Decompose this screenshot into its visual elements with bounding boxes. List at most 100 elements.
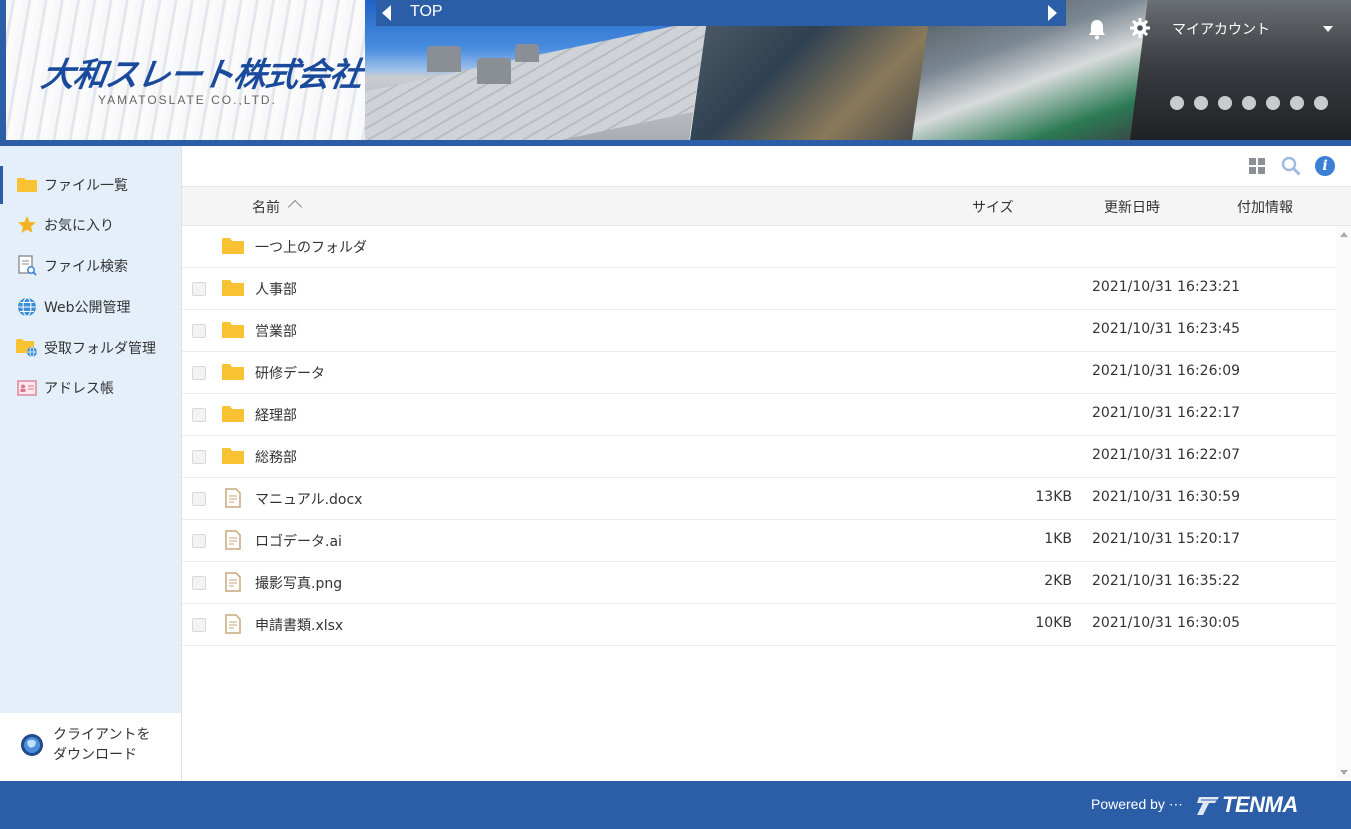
file-name[interactable]: 営業部 <box>255 321 297 341</box>
sidebar-item-file-list[interactable]: ファイル一覧 <box>0 166 181 204</box>
file-name[interactable]: マニュアル.docx <box>255 489 362 509</box>
file-size: 13KB <box>1035 489 1072 505</box>
row-checkbox[interactable] <box>192 324 206 338</box>
row-checkbox[interactable] <box>192 408 206 422</box>
document-icon <box>225 572 241 592</box>
row-checkbox[interactable] <box>192 450 206 464</box>
sidebar-item-web-publish[interactable]: Web公開管理 <box>0 288 181 326</box>
file-updated: 2021/10/31 16:22:07 <box>1092 447 1241 463</box>
grid-view-icon[interactable] <box>1249 158 1265 174</box>
table-row[interactable]: 撮影写真.png 2KB 2021/10/31 16:35:22 <box>182 562 1336 604</box>
company-logo[interactable]: 大和スレート株式会社 YAMATOSLATE CO.,LTD. <box>0 0 365 140</box>
file-updated: 2021/10/31 16:26:09 <box>1092 363 1241 379</box>
table-row[interactable]: ロゴデータ.ai 1KB 2021/10/31 15:20:17 <box>182 520 1336 562</box>
breadcrumb-bar: TOP <box>376 0 1066 26</box>
folder-icon <box>222 280 244 296</box>
file-updated: 2021/10/31 15:20:17 <box>1092 531 1241 547</box>
download-label-line1: クライアントを <box>53 727 151 743</box>
folder-icon <box>16 174 38 196</box>
globe-icon <box>16 296 38 318</box>
powered-by-label: Powered by ⋯ <box>1091 796 1183 812</box>
search-icon[interactable] <box>1281 156 1301 176</box>
file-name[interactable]: 総務部 <box>255 447 297 467</box>
folder-icon <box>222 406 244 422</box>
file-name[interactable]: ロゴデータ.ai <box>255 531 342 551</box>
sidebar-item-receive-folder[interactable]: 受取フォルダ管理 <box>0 329 181 367</box>
sidebar-item-label: アドレス帳 <box>44 381 114 397</box>
column-header-extra-info[interactable]: 付加情報 <box>1237 197 1293 217</box>
folder-icon <box>222 322 244 338</box>
table-row[interactable]: マニュアル.docx 13KB 2021/10/31 16:30:59 <box>182 478 1336 520</box>
column-header-size[interactable]: サイズ <box>972 197 1014 217</box>
table-row[interactable]: 人事部 2021/10/31 16:23:21 <box>182 268 1336 310</box>
footer: Powered by ⋯ TENMA <box>0 781 1351 829</box>
sidebar: ファイル一覧 お気に入り ファイル検索 Web公開管理 受取フォルダ管理 アドレ… <box>0 146 181 781</box>
row-checkbox[interactable] <box>192 366 206 380</box>
column-header-name[interactable]: 名前 <box>252 197 280 217</box>
document-icon <box>225 488 241 508</box>
sidebar-item-label: 受取フォルダ管理 <box>44 341 156 357</box>
chevron-down-icon[interactable] <box>1323 26 1333 32</box>
table-row[interactable]: 申請書類.xlsx 10KB 2021/10/31 16:30:05 <box>182 604 1336 646</box>
file-updated: 2021/10/31 16:22:17 <box>1092 405 1241 421</box>
column-header-updated[interactable]: 更新日時 <box>1104 197 1160 217</box>
file-updated: 2021/10/31 16:35:22 <box>1092 573 1241 589</box>
row-checkbox[interactable] <box>192 618 206 632</box>
info-icon[interactable]: i <box>1315 156 1335 176</box>
sort-ascending-icon[interactable] <box>287 199 303 215</box>
header: 大和スレート株式会社 YAMATOSLATE CO.,LTD. TOP マイアカ… <box>0 0 1351 146</box>
document-icon <box>225 614 241 634</box>
back-arrow-icon[interactable] <box>376 0 398 26</box>
sidebar-item-file-search[interactable]: ファイル検索 <box>0 247 181 285</box>
file-list: 一つ上のフォルダ 人事部 2021/10/31 16:23:21 営業部 202… <box>182 226 1336 781</box>
sidebar-item-label: お気に入り <box>44 218 114 234</box>
file-name[interactable]: 経理部 <box>255 405 297 425</box>
sidebar-item-label: ファイル一覧 <box>44 178 128 194</box>
file-name[interactable]: 研修データ <box>255 363 325 383</box>
logo-japanese: 大和スレート株式会社 <box>38 55 365 94</box>
breadcrumb-title[interactable]: TOP <box>410 3 443 21</box>
sidebar-item-label: Web公開管理 <box>44 300 131 316</box>
scroll-down-arrow-icon[interactable] <box>1340 770 1348 775</box>
sidebar-item-label: ファイル検索 <box>44 259 128 275</box>
folder-icon <box>222 448 244 464</box>
table-row[interactable]: 総務部 2021/10/31 16:22:07 <box>182 436 1336 478</box>
address-book-icon <box>16 377 38 399</box>
download-label-line2: ダウンロード <box>53 747 137 763</box>
table-row[interactable]: 経理部 2021/10/31 16:22:17 <box>182 394 1336 436</box>
table-row[interactable]: 研修データ 2021/10/31 16:26:09 <box>182 352 1336 394</box>
row-checkbox[interactable] <box>192 576 206 590</box>
main-toolbar: i <box>182 146 1351 186</box>
file-updated: 2021/10/31 16:30:05 <box>1092 615 1241 631</box>
document-icon <box>225 530 241 550</box>
logo-english: YAMATOSLATE CO.,LTD. <box>98 93 277 107</box>
settings-gear-icon[interactable] <box>1130 18 1150 38</box>
file-name[interactable]: 撮影写真.png <box>255 573 342 593</box>
notification-bell-icon[interactable] <box>1087 18 1107 40</box>
folder-icon <box>222 364 244 380</box>
receive-folder-icon <box>16 337 38 359</box>
client-download-icon <box>21 734 43 756</box>
vertical-scrollbar[interactable] <box>1336 226 1351 781</box>
file-search-icon <box>16 255 38 277</box>
parent-folder-label: 一つ上のフォルダ <box>255 240 367 256</box>
row-checkbox[interactable] <box>192 282 206 296</box>
file-size: 1KB <box>1044 531 1072 547</box>
file-name[interactable]: 申請書類.xlsx <box>255 615 343 635</box>
file-updated: 2021/10/31 16:30:59 <box>1092 489 1241 505</box>
row-checkbox[interactable] <box>192 492 206 506</box>
sidebar-item-address-book[interactable]: アドレス帳 <box>0 369 181 407</box>
scroll-up-arrow-icon[interactable] <box>1340 232 1348 237</box>
file-name[interactable]: 人事部 <box>255 279 297 299</box>
brand-name: TENMA <box>1222 792 1298 817</box>
forward-arrow-icon[interactable] <box>1042 0 1064 26</box>
star-icon <box>16 214 38 236</box>
row-checkbox[interactable] <box>192 534 206 548</box>
sidebar-item-favorites[interactable]: お気に入り <box>0 206 181 244</box>
parent-folder-row[interactable]: 一つ上のフォルダ <box>182 226 1336 268</box>
file-updated: 2021/10/31 16:23:21 <box>1092 279 1241 295</box>
file-updated: 2021/10/31 16:23:45 <box>1092 321 1241 337</box>
table-row[interactable]: 営業部 2021/10/31 16:23:45 <box>182 310 1336 352</box>
my-account-menu[interactable]: マイアカウント <box>1172 19 1270 39</box>
download-client-button[interactable]: クライアントを ダウンロード <box>0 713 181 781</box>
